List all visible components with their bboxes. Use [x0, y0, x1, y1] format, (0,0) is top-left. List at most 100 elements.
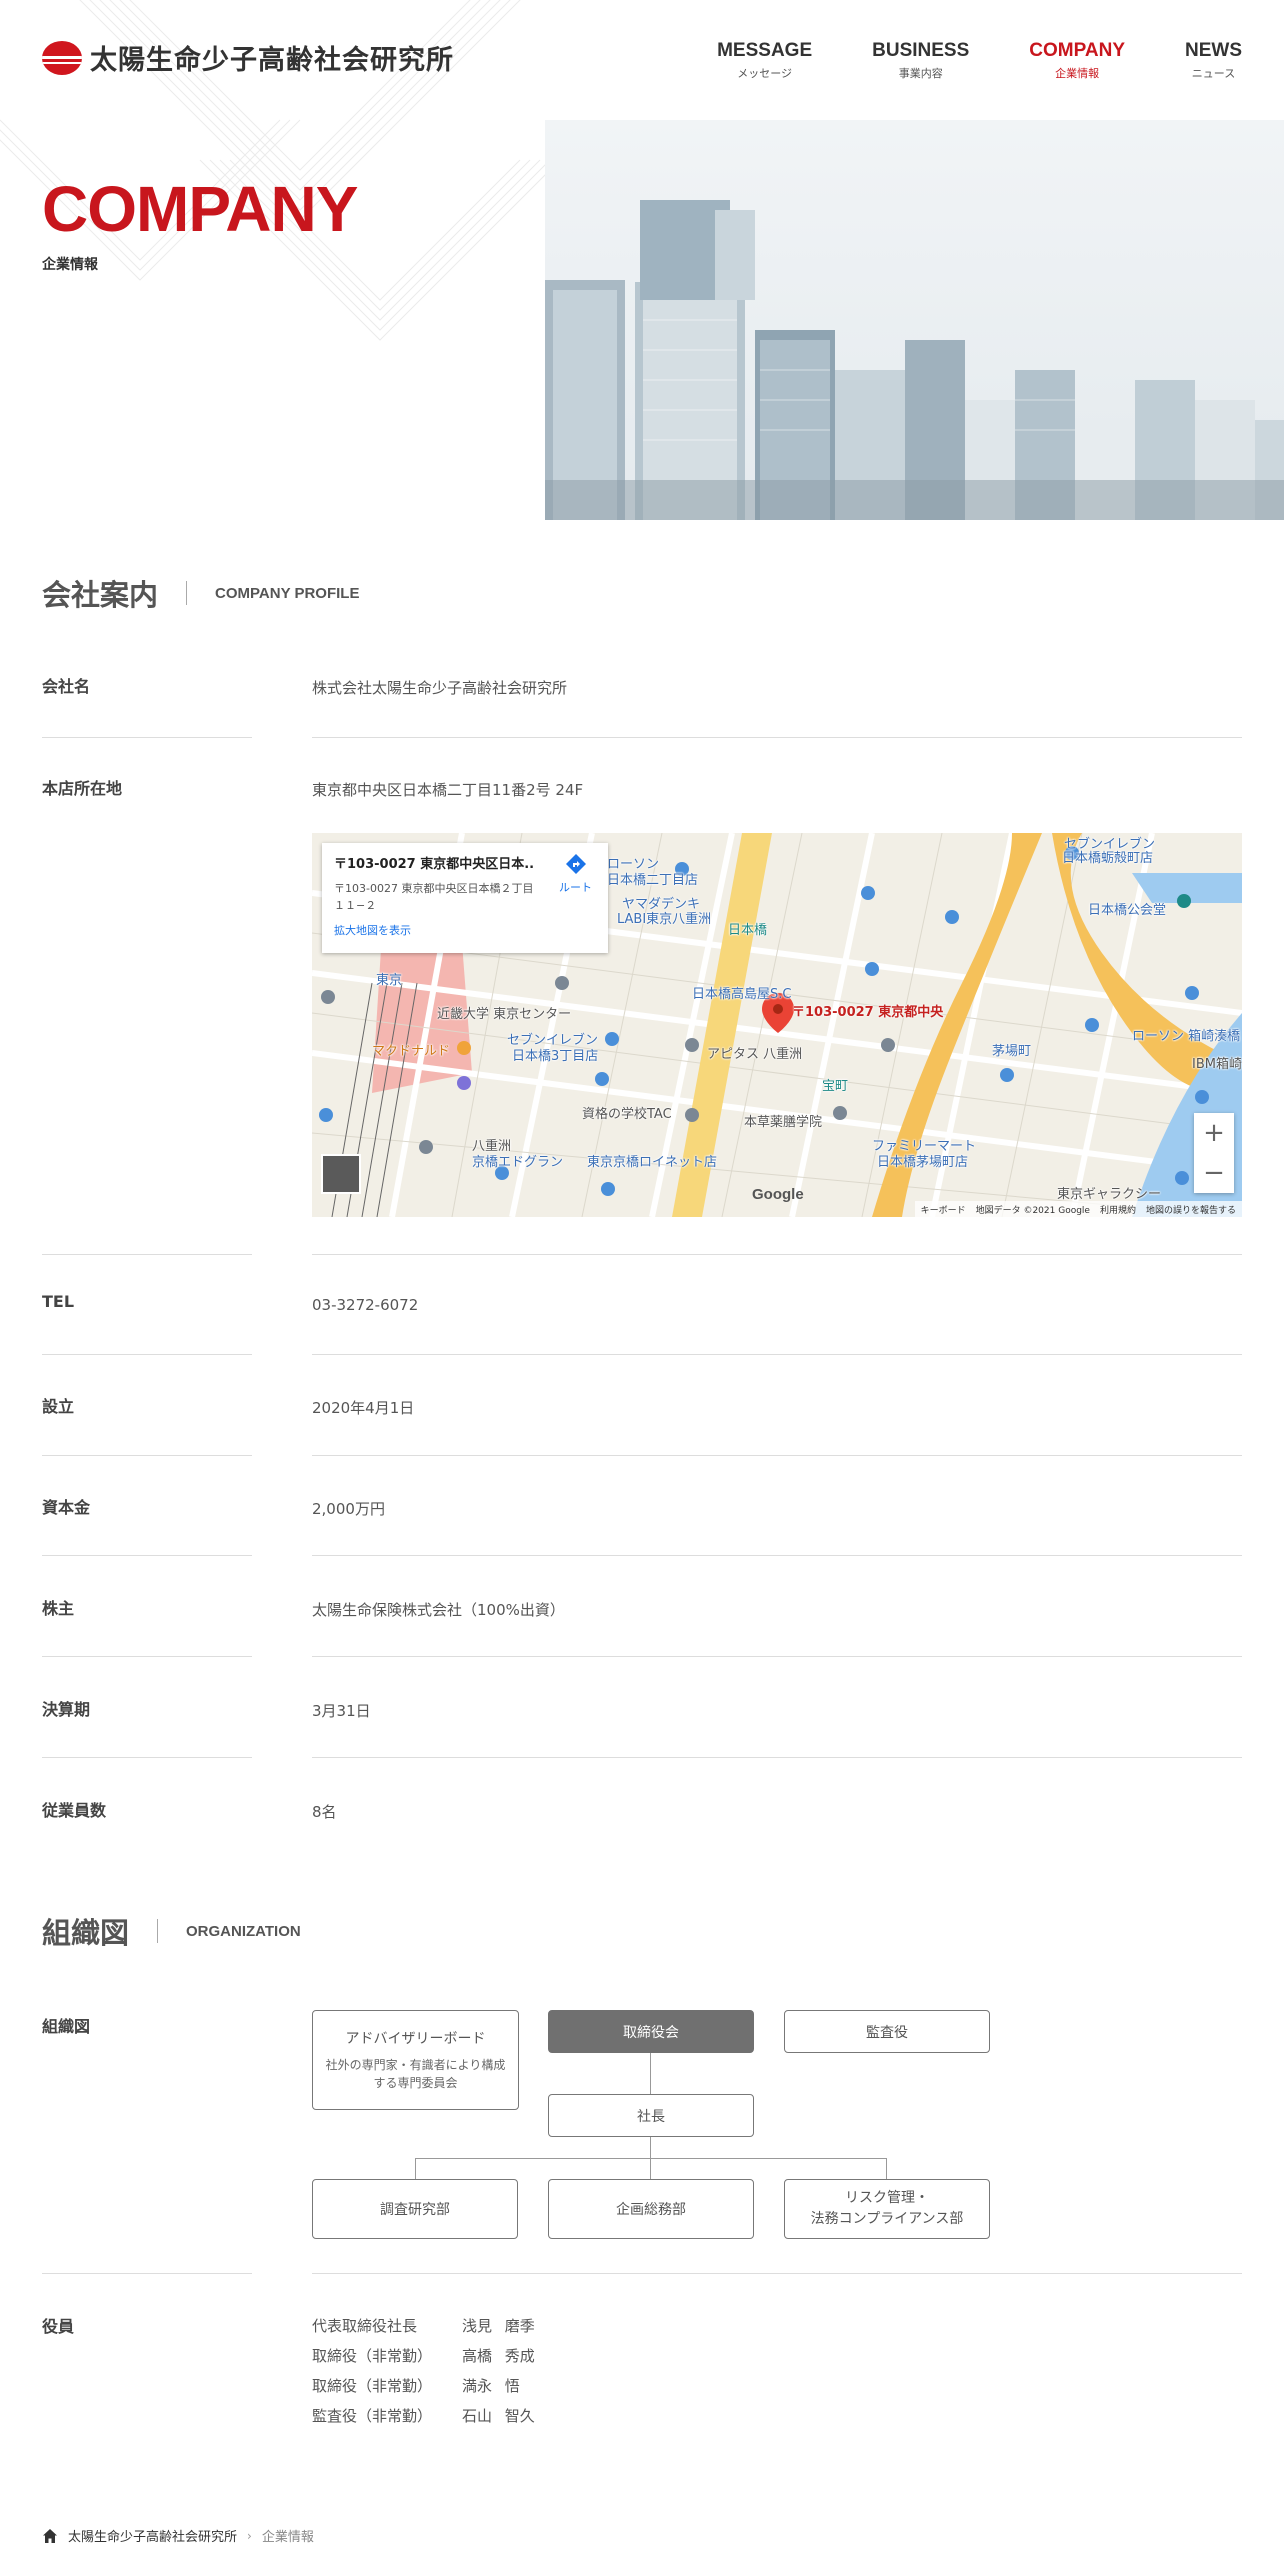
org-connector	[415, 2158, 887, 2159]
organization-heading-ja: 組織図	[42, 1916, 130, 1950]
nav-company-ja: 企業情報	[1055, 67, 1100, 80]
map-label: 日本橋	[728, 923, 768, 938]
officer-role: 取締役（非常勤）	[312, 2347, 433, 2365]
breadcrumb-home-link[interactable]: 太陽生命少子高齢社会研究所	[68, 2526, 237, 2545]
org-connector	[650, 2053, 651, 2094]
map-label: 本草薬膳学院	[744, 1115, 823, 1130]
org-connector	[886, 2158, 887, 2179]
nav-news-ja: ニュース	[1191, 67, 1236, 80]
heading-divider	[186, 581, 188, 605]
officer-name: 高橋 秀成	[462, 2347, 535, 2365]
directions-icon	[565, 854, 586, 874]
org-advisory-board: アドバイザリーボード 社外の専門家・有識者により構成する専門委員会	[312, 2010, 519, 2110]
directions-button[interactable]: ルート	[559, 853, 592, 895]
view-larger-map-link[interactable]: 拡大地図を表示	[334, 922, 411, 938]
label-fiscal: 決算期	[42, 1700, 91, 1719]
row-divider	[312, 1656, 1242, 1657]
site-logo[interactable]: 太陽生命少子高齢社会研究所	[42, 38, 454, 77]
nav-message[interactable]: MESSAGE メッセージ	[717, 40, 812, 81]
map-info-card: 〒103-0027 東京都中央区日本... 〒103-0027 東京都中央区日本…	[322, 843, 608, 953]
map-label: 東京京橋ロイネット店	[587, 1155, 718, 1170]
map-keyboard-shortcuts[interactable]: キーボード	[921, 1203, 966, 1216]
row-divider	[42, 737, 252, 738]
row-divider	[42, 1254, 252, 1255]
global-nav: MESSAGE メッセージ BUSINESS 事業内容 COMPANY 企業情報…	[717, 40, 1242, 81]
nav-company[interactable]: COMPANY 企業情報	[1029, 40, 1125, 81]
map-label: 日本橋蛎殻町店	[1062, 851, 1154, 866]
map-label: 東京ギャラクシー	[1057, 1187, 1162, 1202]
officer-name: 石山 智久	[462, 2407, 535, 2425]
nav-business[interactable]: BUSINESS 事業内容	[872, 40, 969, 81]
organization-heading-en: ORGANIZATION	[186, 1922, 301, 1940]
org-research-dept: 調査研究部	[312, 2179, 518, 2239]
org-advisory-title: アドバイザリーボード	[345, 2031, 486, 2047]
profile-heading: 会社案内 COMPANY PROFILE	[42, 572, 359, 614]
map-label: 日本橋公会堂	[1088, 903, 1167, 918]
row-divider	[42, 2273, 252, 2274]
map-pin-label: 〒103-0027 東京都中央	[792, 1005, 944, 1020]
row-divider	[42, 1656, 252, 1657]
city-skyline-image	[545, 120, 1284, 520]
label-address: 本店所在地	[42, 779, 123, 798]
label-capital: 資本金	[42, 1498, 91, 1517]
map-label: 資格の学校TAC	[582, 1107, 672, 1122]
officer-role: 代表取締役社長	[312, 2317, 418, 2335]
row-divider	[42, 1455, 252, 1456]
label-shareholder: 株主	[42, 1599, 75, 1618]
value-address: 東京都中央区日本橋二丁目11番2号 24F	[312, 781, 584, 799]
map-footer: キーボード 地図データ ©2021 Google 利用規約 地図の誤りを報告する	[914, 1201, 1242, 1217]
officer-name: 浅見 磨季	[462, 2317, 535, 2335]
officer-name: 満永 悟	[462, 2377, 520, 2395]
map-label: LABI東京八重洲	[617, 912, 712, 927]
nav-business-ja: 事業内容	[898, 67, 943, 80]
value-shareholder: 太陽生命保険株式会社（100%出資）	[312, 1601, 565, 1619]
map-label: 日本橋茅場町店	[877, 1155, 969, 1170]
org-connector	[415, 2158, 416, 2179]
profile-heading-ja: 会社案内	[42, 578, 159, 612]
google-logo: Google	[752, 1186, 804, 1203]
nav-news-en: NEWS	[1185, 40, 1242, 61]
zoom-in-button[interactable]: +	[1194, 1113, 1234, 1153]
label-founded: 設立	[42, 1397, 75, 1416]
row-divider	[312, 1254, 1242, 1255]
map-card-address: 〒103-0027 東京都中央区日本橋２丁目１１−２	[334, 882, 534, 912]
map-card-title: 〒103-0027 東京都中央区日本...	[334, 857, 534, 872]
value-capital: 2,000万円	[312, 1500, 385, 1518]
sun-logo-icon	[42, 40, 82, 75]
google-map[interactable]: ローソン 日本橋二丁目店 ヤマダデンキ LABI東京八重洲 日本橋高島屋S.C …	[312, 833, 1242, 1217]
breadcrumb-current: 企業情報	[261, 2530, 314, 2545]
label-company-name: 会社名	[42, 677, 91, 696]
row-divider	[312, 1455, 1242, 1456]
org-risk-label-1: リスク管理・	[845, 2190, 929, 2206]
row-divider	[312, 1757, 1242, 1758]
map-label: 宝町	[822, 1079, 849, 1094]
map-terms-link[interactable]: 利用規約	[1100, 1203, 1136, 1216]
zoom-out-button[interactable]: −	[1194, 1153, 1234, 1193]
row-divider	[42, 1757, 252, 1758]
map-data-credit: 地図データ ©2021 Google	[975, 1205, 1090, 1216]
page-title: COMPANY	[42, 173, 358, 245]
nav-company-en: COMPANY	[1029, 40, 1125, 61]
home-icon	[43, 2528, 57, 2543]
nav-message-ja: メッセージ	[737, 67, 793, 80]
skyline-illustration	[545, 200, 1284, 520]
org-risk-label-2: 法務コンプライアンス部	[810, 2211, 964, 2227]
organization-heading: 組織図 ORGANIZATION	[42, 1910, 301, 1952]
map-label: 京橋エドグラン	[472, 1155, 564, 1170]
map-label: 東京	[376, 973, 403, 988]
map-label: 日本橋二丁目店	[607, 873, 699, 888]
map-label: 日本橋3丁目店	[512, 1049, 599, 1064]
map-label: 日本橋高島屋S.C	[692, 987, 792, 1002]
label-officers: 役員	[42, 2317, 75, 2336]
row-divider	[312, 737, 1242, 738]
page-subtitle: 企業情報	[42, 257, 98, 273]
value-founded: 2020年4月1日	[312, 1399, 415, 1417]
value-employees: 8名	[312, 1803, 337, 1821]
site-header: 太陽生命少子高齢社会研究所 MESSAGE メッセージ BUSINESS 事業内…	[0, 0, 1284, 341]
map-report-error-link[interactable]: 地図の誤りを報告する	[1146, 1203, 1236, 1216]
nav-news[interactable]: NEWS ニュース	[1185, 40, 1242, 81]
row-divider	[42, 1555, 252, 1556]
org-president: 社長	[548, 2094, 754, 2137]
logo-text: 太陽生命少子高齢社会研究所	[90, 45, 454, 76]
org-risk-compliance-dept: リスク管理・ 法務コンプライアンス部	[784, 2179, 990, 2239]
